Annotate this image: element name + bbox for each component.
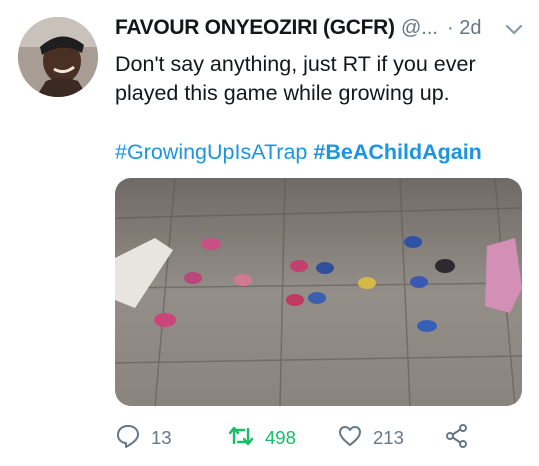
like-button[interactable]: 213 [337, 424, 404, 452]
tweet-text: Don't say anything, just RT if you ever … [115, 52, 476, 105]
tweet-timestamp[interactable]: · 2d [447, 17, 481, 40]
tweet-header: FAVOUR ONYEOZIRI (GCFR) @... · 2d [115, 16, 525, 48]
retweet-count: 498 [265, 427, 296, 448]
retweet-button[interactable]: 498 [227, 424, 296, 452]
chevron-down-icon[interactable] [503, 18, 525, 40]
tweet-media-image[interactable] [115, 178, 522, 406]
reply-button[interactable]: 13 [115, 424, 172, 452]
share-button[interactable] [444, 423, 470, 454]
like-count: 213 [373, 427, 404, 448]
hashtag-link[interactable]: #GrowingUpIsATrap [115, 140, 307, 164]
retweet-icon [227, 423, 255, 454]
avatar-image [18, 17, 98, 97]
avatar[interactable] [18, 17, 98, 97]
author-name[interactable]: FAVOUR ONYEOZIRI (GCFR) [115, 16, 395, 40]
like-icon [337, 423, 363, 454]
share-icon [444, 423, 470, 454]
tweet-actions: 13 498 213 [115, 423, 535, 454]
reply-count: 13 [151, 427, 172, 448]
author-handle[interactable]: @... [401, 17, 438, 40]
hashtag-link[interactable]: #BeAChildAgain [313, 140, 481, 164]
tweet-hashtags: #GrowingUpIsATrap #BeAChildAgain [115, 140, 482, 165]
reply-icon [115, 423, 141, 454]
media-photo [115, 178, 522, 406]
